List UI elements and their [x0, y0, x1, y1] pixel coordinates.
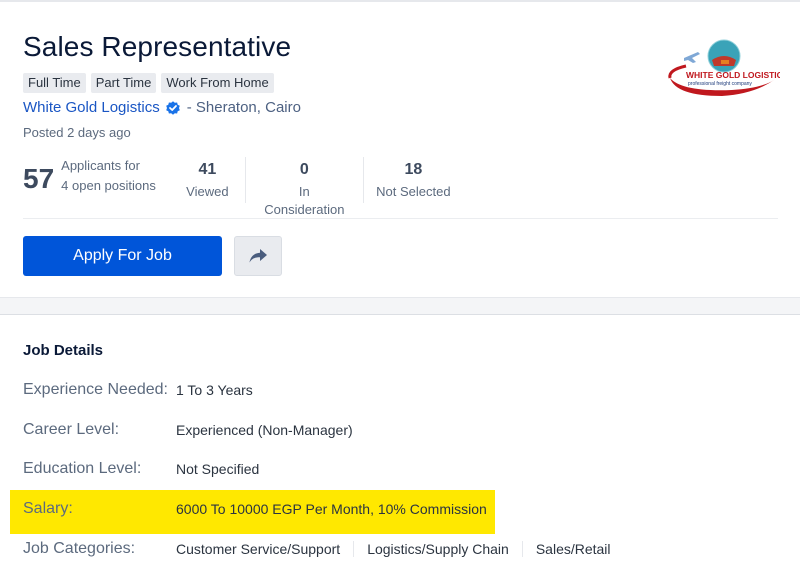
- consideration-count: 0: [299, 161, 309, 178]
- detail-salary: Salary: 6000 To 10000 EGP Per Month, 10%…: [23, 497, 487, 521]
- job-details-heading: Job Details: [23, 342, 104, 359]
- job-location: - Sheraton, Cairo: [186, 99, 301, 116]
- detail-career-level: Career Level: Experienced (Non-Manager): [23, 418, 353, 442]
- stat-not-selected: 18 Not Selected: [362, 157, 463, 203]
- share-icon: [249, 249, 267, 263]
- category-link[interactable]: Sales/Retail: [521, 541, 624, 557]
- company-row: White Gold Logistics - Sheraton, Cairo: [23, 99, 301, 116]
- tag-full-time[interactable]: Full Time: [23, 73, 86, 93]
- svg-text:WHITE GOLD LOGISTICS: WHITE GOLD LOGISTICS: [686, 70, 780, 80]
- viewed-count: 41: [198, 161, 217, 178]
- section-separator: [0, 297, 800, 315]
- svg-text:professional freight company: professional freight company: [688, 81, 752, 87]
- detail-job-categories: Job Categories: Customer Service/Support…: [23, 537, 624, 561]
- detail-education-level: Education Level: Not Specified: [23, 457, 259, 481]
- consideration-label: In Consideration: [264, 184, 345, 217]
- not-selected-count: 18: [404, 161, 423, 178]
- tag-part-time[interactable]: Part Time: [90, 73, 157, 93]
- experience-value: 1 To 3 Years: [176, 382, 253, 398]
- stat-in-consideration: 0 In Consideration: [244, 157, 363, 217]
- tag-work-from-home[interactable]: Work From Home: [161, 73, 274, 93]
- posted-date: Posted 2 days ago: [23, 125, 131, 140]
- job-categories-list: Customer Service/Support Logistics/Suppl…: [176, 541, 624, 557]
- applicants-label: Applicants for: [61, 158, 140, 173]
- stat-applicants: 57 Applicants for 4 open positions: [23, 157, 156, 201]
- open-positions-label: 4 open positions: [61, 178, 156, 193]
- viewed-label: Viewed: [186, 184, 229, 199]
- applicants-count: 57: [23, 163, 55, 194]
- divider: [23, 218, 778, 219]
- salary-label: Salary:: [23, 500, 73, 517]
- job-type-tags: Full Time Part Time Work From Home: [23, 73, 274, 93]
- career-level-label: Career Level:: [23, 421, 120, 438]
- plane-icon: [684, 52, 700, 63]
- not-selected-label: Not Selected: [376, 184, 451, 199]
- education-level-value: Not Specified: [176, 461, 260, 477]
- career-level-value: Experienced (Non-Manager): [176, 422, 353, 438]
- experience-label: Experience Needed:: [23, 381, 168, 398]
- apply-for-job-button[interactable]: Apply For Job: [23, 236, 222, 276]
- verified-badge-icon: [165, 100, 181, 116]
- job-title: Sales Representative: [23, 31, 292, 62]
- stat-viewed: 41 Viewed: [170, 157, 245, 203]
- company-logo[interactable]: WHITE GOLD LOGISTICS professional freigh…: [662, 34, 789, 100]
- salary-value: 6000 To 10000 EGP Per Month, 10% Commiss…: [176, 501, 487, 517]
- company-link[interactable]: White Gold Logistics: [23, 99, 160, 116]
- education-level-label: Education Level:: [23, 460, 142, 477]
- category-link[interactable]: Logistics/Supply Chain: [353, 541, 522, 557]
- job-categories-label: Job Categories:: [23, 540, 136, 557]
- job-header-card: Sales Representative Full Time Part Time…: [0, 2, 800, 297]
- share-button[interactable]: [234, 236, 282, 276]
- category-link[interactable]: Customer Service/Support: [176, 541, 353, 557]
- detail-experience: Experience Needed: 1 To 3 Years: [23, 378, 253, 402]
- applicant-stats: 57 Applicants for 4 open positions 41 Vi…: [23, 157, 463, 217]
